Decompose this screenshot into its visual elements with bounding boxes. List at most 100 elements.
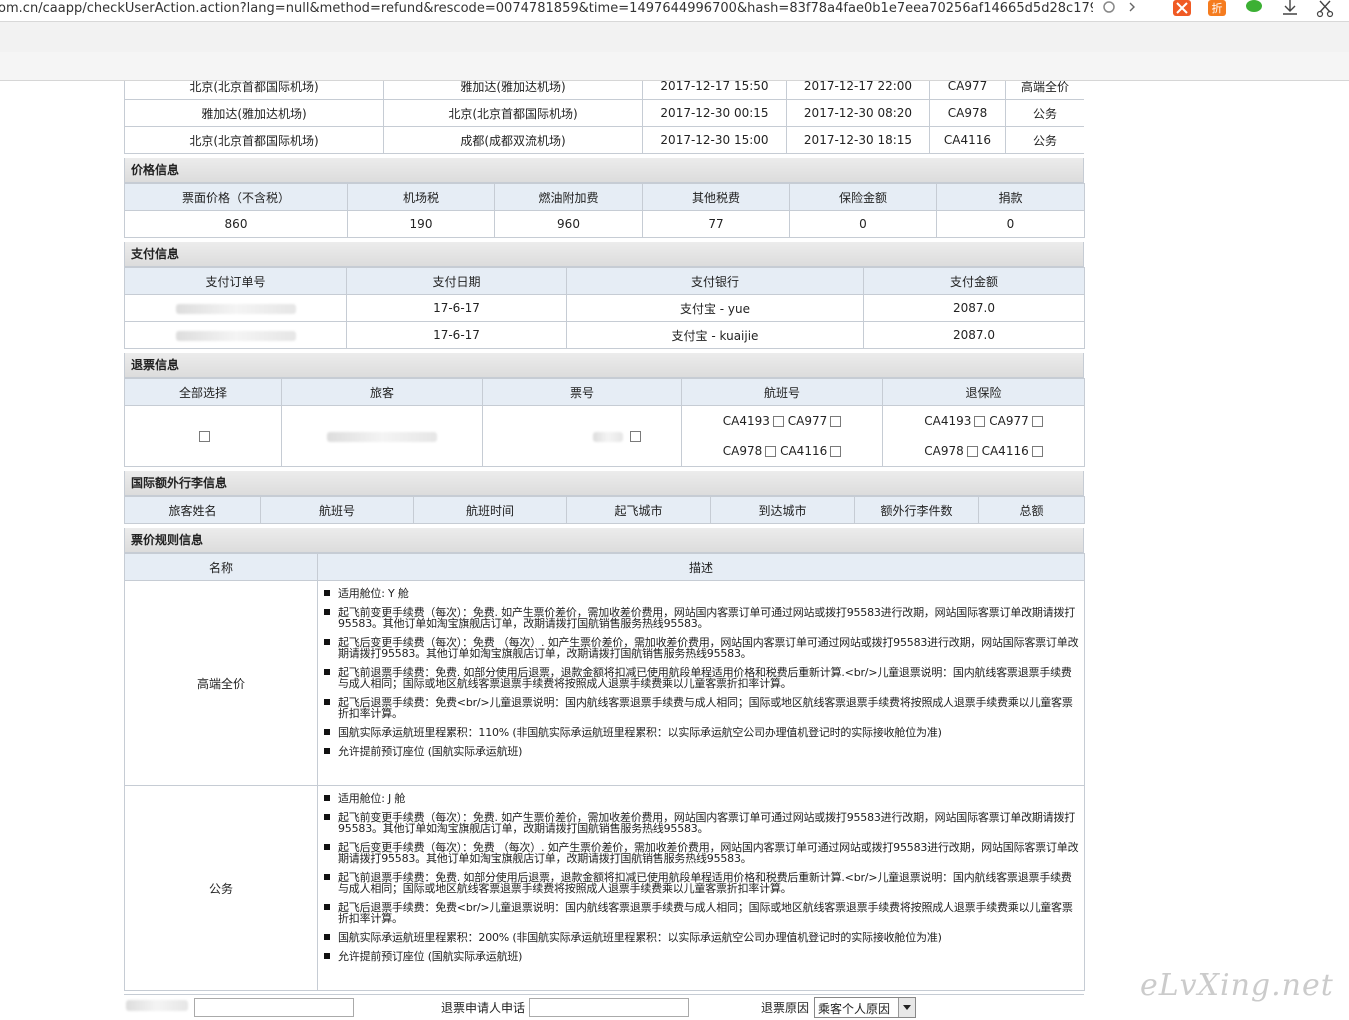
- fare-rule-item: 适用舱位: Y 舱: [322, 588, 1080, 599]
- dropdown-arrow-icon[interactable]: [898, 998, 915, 1017]
- baggage-section-title: 国际额外行李信息: [124, 471, 1084, 496]
- flight-flight-cell: CA978: [929, 99, 1006, 127]
- payment-header-row: 支付订单号 支付日期 支付银行 支付金额: [124, 267, 1085, 295]
- wechat-icon[interactable]: [1246, 0, 1262, 12]
- payment-bank-cell: 支付宝 - yue: [566, 294, 864, 322]
- browser-toolbar: [0, 22, 1349, 52]
- flight-dep-cell: 2017-12-30 00:15: [642, 99, 787, 127]
- ie-compat-icon[interactable]: [1103, 1, 1115, 13]
- fare-rule-description: 适用舱位: Y 舱起飞前变更手续费（每次）：免费. 如产生票价差价，需加收差价费…: [317, 580, 1085, 786]
- refund-header: 航班号: [681, 378, 883, 406]
- flight-dep-cell: 2017-12-17 15:50: [642, 81, 787, 100]
- refund-page: 北京(北京首都国际机场) 雅加达(雅加达机场) 2017-12-17 15:50 20…: [124, 81, 1085, 991]
- fare-rule-item: 起飞后变更手续费（每次）：免费 （每次）. 如产生票价差价，需加收差价费用，网站…: [322, 637, 1080, 659]
- fare-rule-item: 起飞后退票手续费：免费<br/>儿童退票说明：国内航线客票退票手续费与成人相同；…: [322, 902, 1080, 924]
- flight-to-cell: 成都(成都双流机场): [383, 126, 643, 154]
- flight-flight-cell: CA977: [929, 81, 1006, 100]
- refund-section-title: 退票信息: [124, 353, 1084, 378]
- fare-rule-item: 允许提前预订座位 (国航实际承运航班): [322, 746, 1080, 757]
- flight-from-cell: 北京(北京首都国际机场): [124, 126, 384, 154]
- chevron-right-icon[interactable]: [1129, 2, 1135, 12]
- insurance-checkbox-ca4116[interactable]: [1031, 446, 1043, 457]
- flight-label-ca977: CA977: [787, 414, 828, 428]
- fare-rule-row: 公务 适用舱位: J 舱起飞前变更手续费（每次）：免费. 如产生票价差价，需加收差…: [124, 785, 1085, 991]
- fare-rule-item: 国航实际承运航班里程累积：200% (非国航实际承运航班里程累积：以实际承运航空…: [322, 932, 1080, 943]
- flight-checkbox-ca978[interactable]: [765, 446, 777, 457]
- fare-rules-section-title: 票价规则信息: [124, 528, 1084, 553]
- ticket-cell: [482, 405, 682, 467]
- refund-form-bar: 退票申请人申话 退票原因 乘客个人原因: [124, 994, 1084, 1019]
- payment-date-cell: 17-6-17: [346, 321, 567, 349]
- insurance-checkbox-ca977[interactable]: [1031, 416, 1043, 427]
- refund-table: 全部选择 旅客 票号 航班号 退保险 CA4193 CA977 CA978 CA4116: [124, 378, 1085, 467]
- refund-reason-value: 乘客个人原因: [818, 1002, 891, 1016]
- refund-header: 退保险: [882, 378, 1085, 406]
- applicant-name-label-redacted: [126, 1000, 188, 1011]
- scissors-icon[interactable]: [1316, 0, 1334, 18]
- flight-cabin-cell: 高端全价: [1005, 81, 1084, 100]
- flight-cabin-cell: 公务: [1005, 99, 1084, 127]
- passenger-name-redacted: [327, 431, 437, 442]
- applicant-phone-label: 退票申请人申话: [441, 1001, 526, 1015]
- fare-rule-item: 起飞后变更手续费（每次）：免费 （每次）. 如产生票价差价，需加收差价费用，网站…: [322, 842, 1080, 864]
- flight-label-ca4193: CA4193: [722, 414, 770, 428]
- fare-rule-item: 起飞前退票手续费：免费. 如部分使用后退票，退款金额将扣减已使用航段单程适用价格…: [322, 872, 1080, 894]
- download-icon[interactable]: [1283, 0, 1297, 15]
- payment-header: 支付日期: [346, 267, 567, 295]
- fare-rule-item: 国航实际承运航班里程累积：110% (非国航实际承运航班里程累积：以实际承运航空…: [322, 727, 1080, 738]
- payment-order-cell: [124, 321, 347, 349]
- fare-rule-item: 起飞前退票手续费：免费. 如部分使用后退票，退款金额将扣减已使用航段单程适用价格…: [322, 667, 1080, 689]
- refund-header: 旅客: [281, 378, 483, 406]
- fare-rule-name: 高端全价: [124, 580, 318, 786]
- flight-select-row-2: CA978 CA4116: [683, 436, 882, 466]
- payment-header: 支付金额: [863, 267, 1085, 295]
- flight-checkbox-ca977[interactable]: [830, 416, 842, 427]
- refund-reason-select[interactable]: 乘客个人原因: [814, 997, 916, 1018]
- applicant-name-input[interactable]: [194, 998, 354, 1017]
- price-header: 捐款: [936, 183, 1085, 211]
- svg-text:折: 折: [1212, 1, 1223, 15]
- fare-rule-list: 适用舱位: Y 舱起飞前变更手续费（每次）：免费. 如产生票价差价，需加收差价费…: [322, 588, 1080, 757]
- fare-rule-row: 高端全价 适用舱位: Y 舱起飞前变更手续费（每次）：免费. 如产生票价差价，需加…: [124, 580, 1085, 786]
- address-bar[interactable]: om.cn/caapp/checkUserAction.action?lang=…: [0, 0, 1349, 22]
- scissors-orange-icon[interactable]: [1173, 0, 1191, 16]
- price-value-row: 860 190 960 77 0 0: [124, 210, 1085, 238]
- refund-header: 全部选择: [124, 378, 282, 406]
- select-all-cell: [124, 405, 282, 467]
- flight-checkbox-ca4116[interactable]: [830, 446, 842, 457]
- flight-row: 雅加达(雅加达机场) 北京(北京首都国际机场) 2017-12-30 00:15 20…: [124, 99, 1084, 127]
- baggage-header: 到达城市: [710, 496, 855, 524]
- flight-segments: 北京(北京首都国际机场) 雅加达(雅加达机场) 2017-12-17 15:50 20…: [124, 81, 1084, 154]
- payment-amount-cell: 2087.0: [863, 294, 1085, 322]
- price-table: 票面价格（不含税） 机场税 燃油附加费 其他税费 保险金额 捐款 860 190 960 77 0…: [124, 183, 1085, 238]
- flight-flight-cell: CA4116: [929, 126, 1006, 154]
- discount-icon[interactable]: 折: [1208, 0, 1226, 16]
- baggage-table: 旅客姓名 航班号 航班时间 起飞城市 到达城市 额外行李件数 总额: [124, 496, 1085, 524]
- payment-order-redacted: [175, 303, 296, 314]
- insurance-label-ca4193: CA4193: [924, 414, 972, 428]
- payment-section-title: 支付信息: [124, 242, 1084, 267]
- price-header: 燃油附加费: [494, 183, 643, 211]
- price-header: 机场税: [347, 183, 495, 211]
- refund-header: 票号: [482, 378, 682, 406]
- passenger-cell: [281, 405, 483, 467]
- payment-order-cell: [124, 294, 347, 322]
- ticket-number-redacted: [593, 431, 624, 442]
- rules-header: 名称: [124, 553, 318, 581]
- insurance-checkbox-ca978[interactable]: [966, 446, 978, 457]
- payment-row: 17-6-17 支付宝 - kuaijie 2087.0: [124, 321, 1085, 349]
- select-all-checkbox[interactable]: [199, 431, 210, 442]
- payment-date-cell: 17-6-17: [346, 294, 567, 322]
- watermark-logo: eLvXing.net: [1140, 968, 1334, 1003]
- insurance-checkbox-ca4193[interactable]: [974, 416, 986, 427]
- insurance-select-row-2: CA978 CA4116: [884, 436, 1084, 466]
- url-text[interactable]: om.cn/caapp/checkUserAction.action?lang=…: [0, 0, 1093, 20]
- refund-header-row: 全部选择 旅客 票号 航班号 退保险: [124, 378, 1085, 406]
- baggage-header: 起飞城市: [566, 496, 711, 524]
- payment-header: 支付银行: [566, 267, 864, 295]
- insurance-label-ca4116: CA4116: [981, 444, 1029, 458]
- flight-checkbox-ca4193[interactable]: [772, 416, 784, 427]
- flight-select-row-1: CA4193 CA977: [683, 407, 882, 437]
- ticket-checkbox[interactable]: [630, 431, 641, 442]
- applicant-phone-input[interactable]: [529, 998, 689, 1017]
